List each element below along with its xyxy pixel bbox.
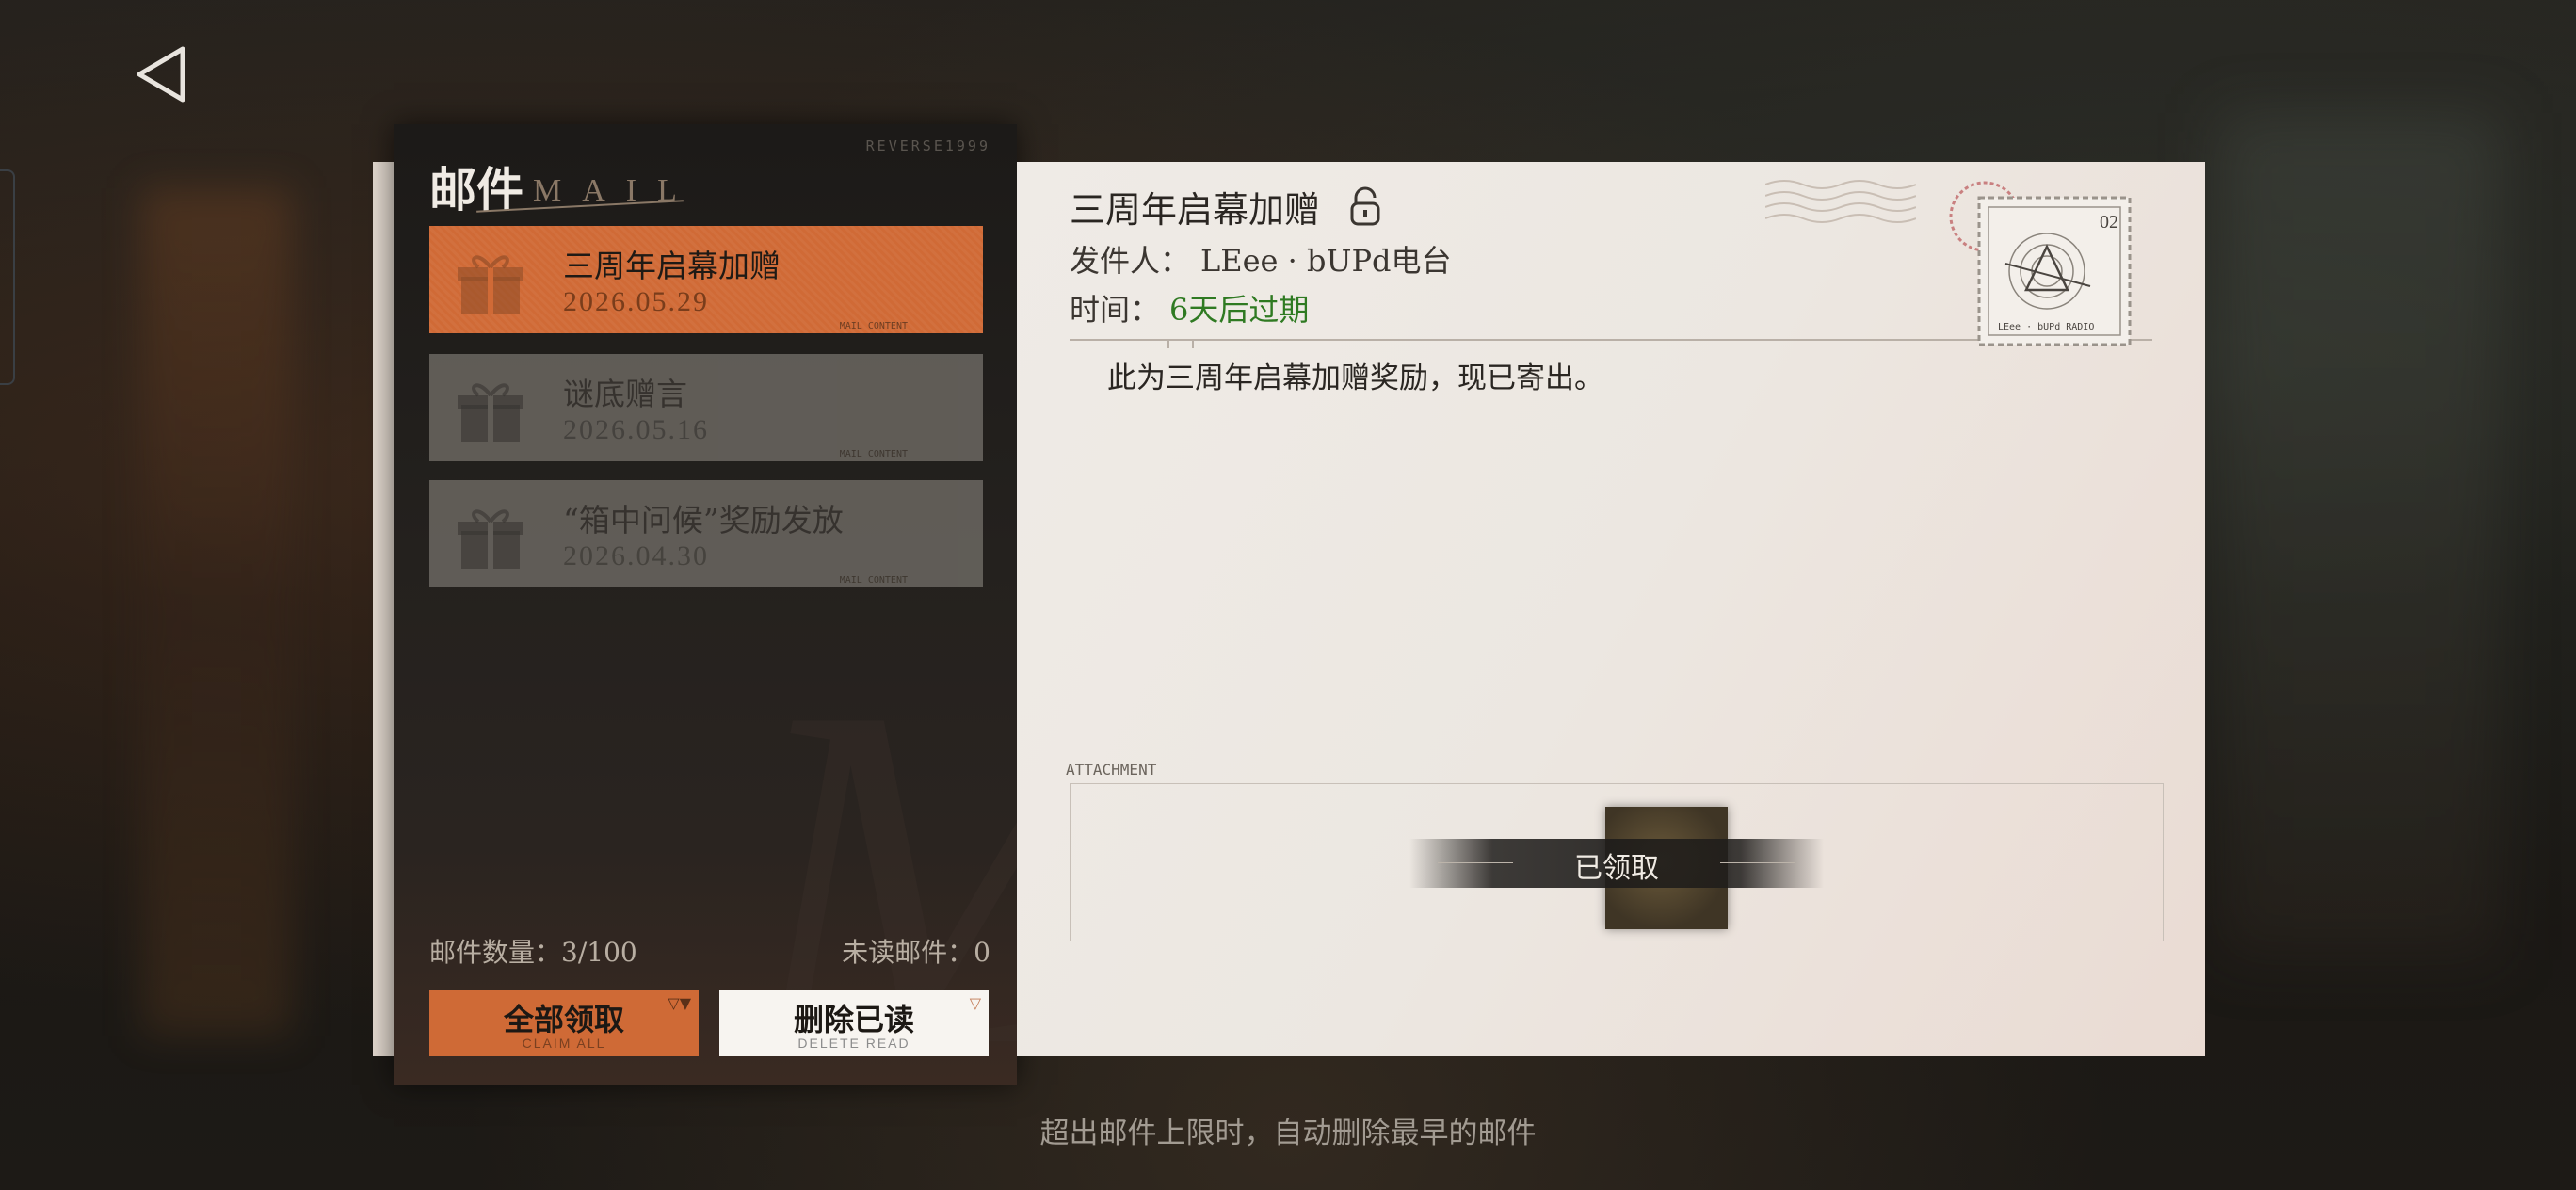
delete-read-label: 删除已读 [793, 1002, 914, 1037]
sender-label: 发件人： [1070, 243, 1191, 279]
delete-read-sublabel: DELETE READ [797, 1036, 910, 1051]
mail-title: 三周年启幕加赠 [563, 248, 781, 284]
radio-stamp-icon: 02 LEee · bUPd RADIO [1949, 181, 2132, 346]
claim-all-label: 全部领取 [503, 1002, 624, 1037]
side-drawer-handle[interactable] [0, 169, 15, 385]
mail-list-panel: REVERSE1999 M 邮件 MAIL 三周年启幕加赠 2026.05.29… [394, 124, 1150, 1122]
attachment-label: ATTACHMENT [1066, 761, 1157, 779]
mail-tag: MAIL CONTENT [839, 575, 908, 586]
attachment-box: 已领取 [1070, 783, 2164, 941]
postmark-wave-icon [1765, 180, 1916, 223]
mail-limit-note: 超出邮件上限时，自动删除最早的邮件 [1039, 1117, 1537, 1150]
divider-tick [1167, 339, 1194, 348]
time-label: 时间： [1070, 292, 1161, 328]
stamp-number: 02 [2100, 212, 2118, 233]
mail-date: 2026.05.16 [563, 414, 709, 445]
delete-read-button[interactable]: ▽ 删除已读 DELETE READ [719, 990, 989, 1056]
mail-item-active[interactable]: 三周年启幕加赠 2026.05.29 MAIL CONTENT [429, 226, 983, 333]
expire-time: 6天后过期 [1169, 292, 1310, 328]
back-triangle-icon [137, 46, 185, 103]
gift-icon [458, 255, 523, 314]
back-button[interactable] [130, 41, 196, 107]
claimed-banner: 已领取 [1409, 839, 1824, 888]
claim-all-sublabel: CLAIM ALL [522, 1036, 606, 1051]
mail-date: 2026.04.30 [563, 540, 709, 571]
letter-body: 此为三周年启幕加赠奖励，现已寄出。 [1107, 362, 1603, 395]
mail-item[interactable]: “箱中问候”奖励发放 2026.04.30 MAIL CONTENT [429, 480, 983, 587]
mail-tag: MAIL CONTENT [839, 449, 908, 459]
paper-edge [373, 162, 395, 1056]
mail-item[interactable]: 谜底赠言 2026.05.16 MAIL CONTENT [429, 354, 983, 461]
unlock-icon [1350, 186, 1380, 226]
unread-count: 未读邮件：0 [842, 937, 990, 968]
sender-name: LEee · bUPd电台 [1200, 243, 1452, 279]
gift-icon [458, 509, 523, 569]
gift-icon [458, 383, 523, 442]
letter-title: 三周年启幕加赠 [1070, 189, 1321, 231]
mail-date: 2026.05.29 [563, 286, 709, 317]
stamp: 02 LEee · bUPd RADIO [1949, 179, 2143, 348]
stamp-text: LEee · bUPd RADIO [1998, 322, 2094, 332]
letter-content: 三周年启幕加赠 发件人： LEee · bUPd电台 时间： 6天后过期 此为三… [1017, 162, 2205, 1056]
claim-all-button[interactable]: ▽▼ 全部领取 CLAIM ALL [429, 990, 699, 1056]
mail-count: 邮件数量：3/100 [429, 937, 637, 968]
mail-title: 谜底赠言 [563, 376, 687, 412]
mail-tag: MAIL CONTENT [839, 321, 908, 331]
mail-title: “箱中问候”奖励发放 [563, 502, 844, 539]
panel-watermark: REVERSE1999 [865, 137, 990, 154]
claimed-status: 已领取 [1574, 852, 1659, 885]
